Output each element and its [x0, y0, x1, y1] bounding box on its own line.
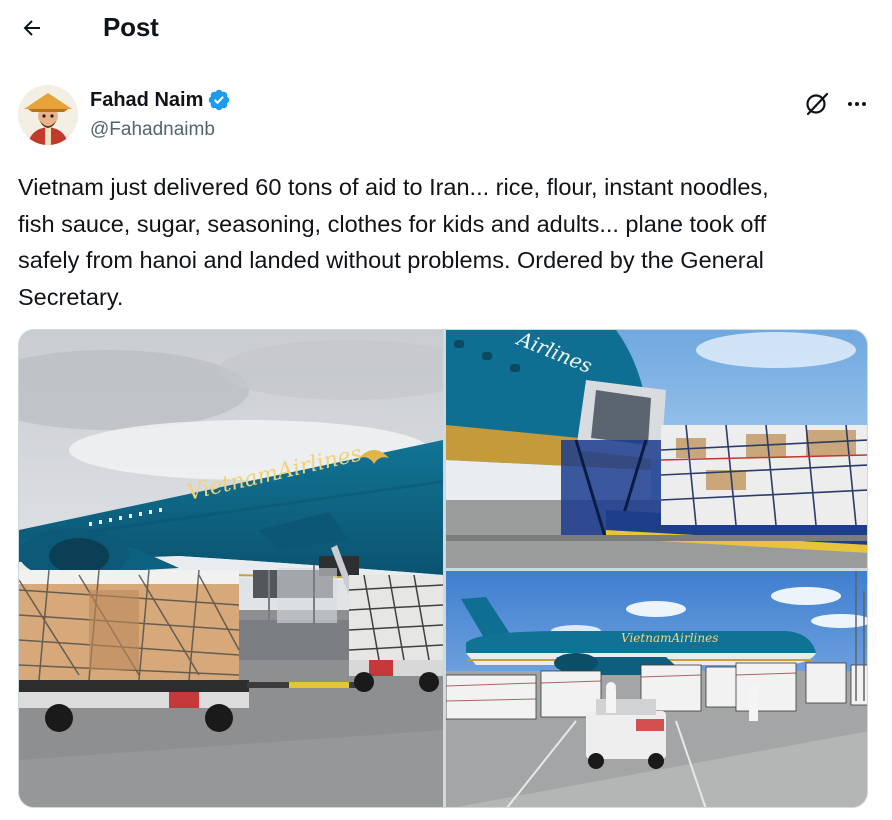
photo-cargo-loading-image: Airlines [446, 330, 867, 568]
photo-cargo-loading[interactable]: Airlines [446, 330, 867, 568]
more-dots-icon [848, 102, 866, 106]
airline-logo-text-small: VietnamAirlines [621, 631, 718, 645]
photo-plane-cargo[interactable]: VietnamAirlines [19, 330, 443, 807]
author-name-row: Fahad Naim [90, 88, 231, 112]
avatar-illustration [18, 85, 78, 145]
more-options-button[interactable] [842, 89, 872, 119]
grok-icon [806, 92, 829, 116]
photo-plane-cargo-image: VietnamAirlines [19, 330, 443, 807]
post-text: Vietnam just delivered 60 tons of aid to… [18, 174, 769, 310]
arrow-left-icon [23, 20, 40, 36]
photo-apron-wide-image: VietnamAirlines [446, 571, 867, 807]
media-grid: VietnamAirlines Airlines VietnamAirlines [18, 329, 868, 808]
photo-apron-wide[interactable]: VietnamAirlines [446, 571, 867, 807]
back-button[interactable] [12, 10, 52, 46]
verified-badge-icon[interactable] [207, 88, 231, 112]
author-name[interactable]: Fahad Naim [90, 89, 203, 112]
page-title: Post [103, 12, 159, 42]
author-handle[interactable]: @Fahadnaimb [90, 119, 215, 141]
post-author: Fahad Naim @Fahadnaimb [18, 85, 878, 145]
avatar[interactable] [18, 85, 78, 145]
top-bar: Post [0, 0, 892, 56]
grok-button[interactable] [802, 89, 832, 119]
